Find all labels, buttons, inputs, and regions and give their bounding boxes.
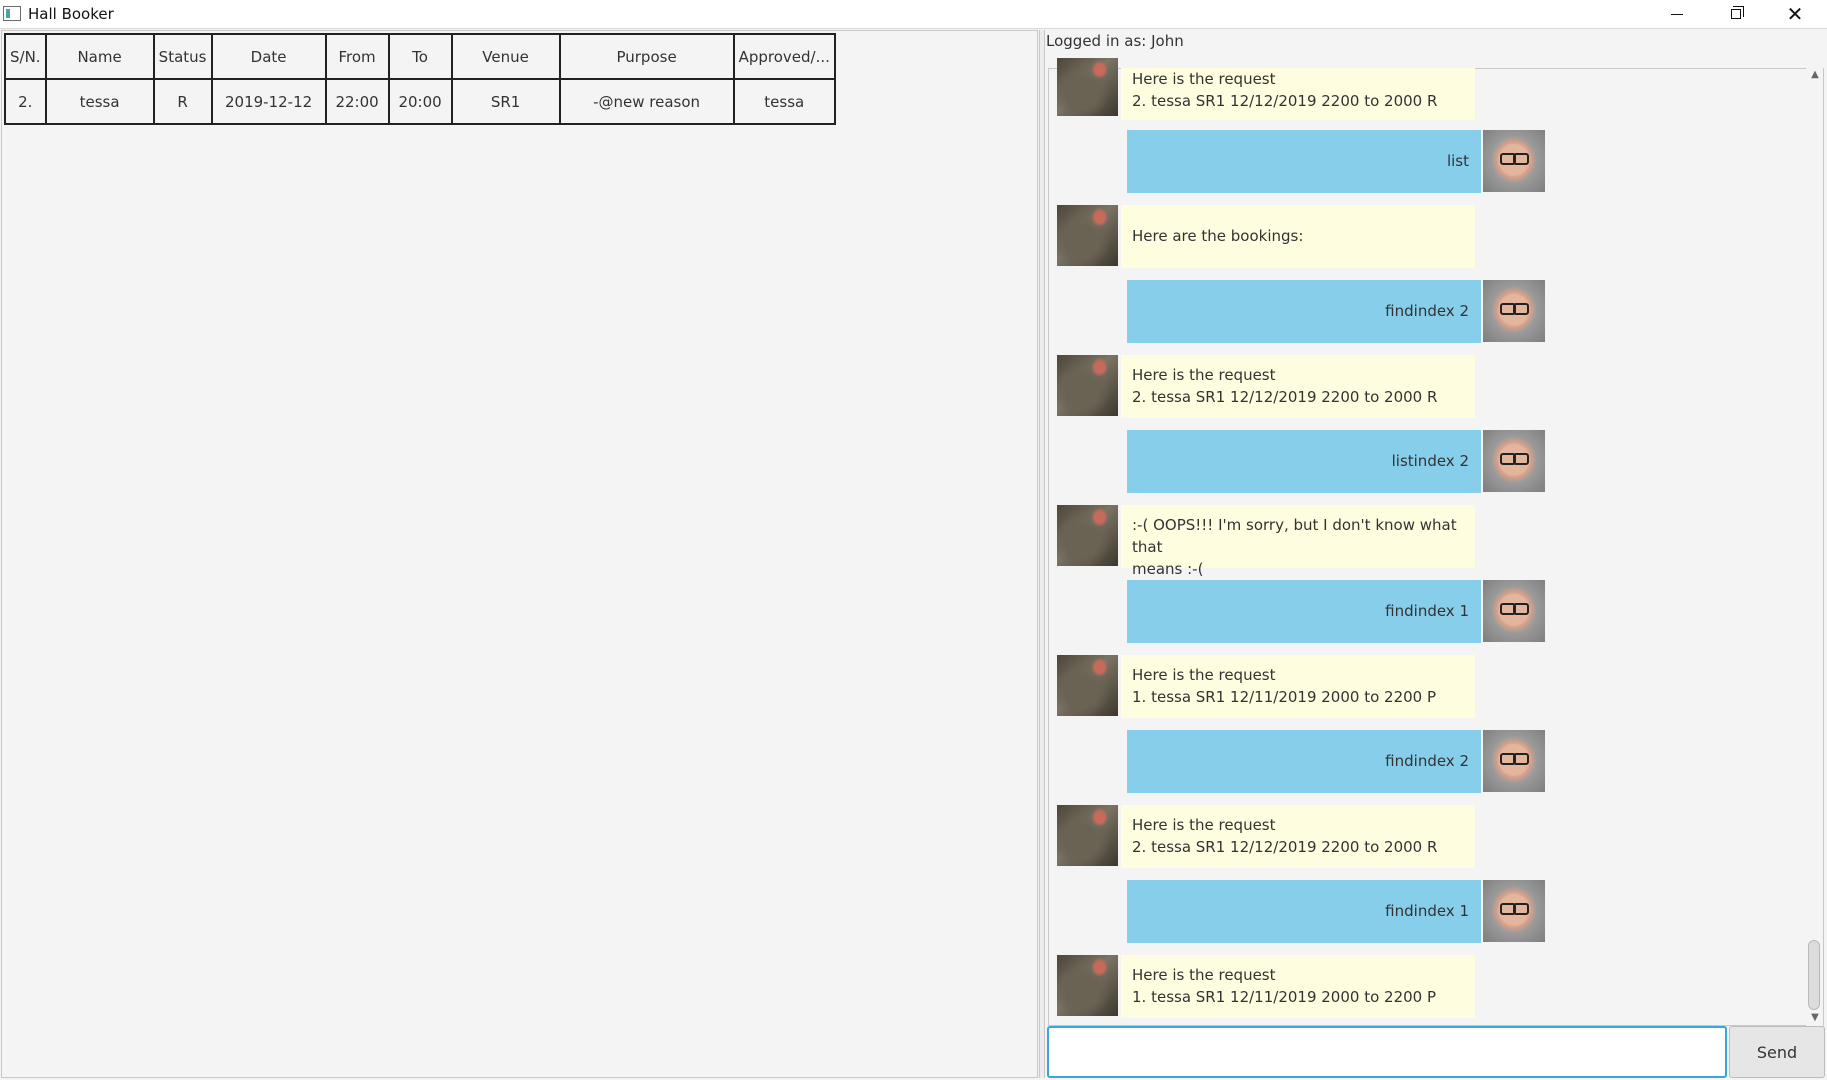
close-button[interactable]: ✕ (1766, 0, 1824, 29)
column-header-from[interactable]: From (324, 33, 390, 80)
column-header-name[interactable]: Name (44, 33, 155, 80)
app-icon (3, 6, 21, 21)
duke-avatar (1057, 505, 1118, 566)
cell-name: tessa (44, 78, 155, 125)
cell-to: 20:00 (387, 78, 453, 125)
message-line: Here are the bookings: (1132, 227, 1304, 245)
duke-message: Here are the bookings: (1121, 205, 1475, 268)
user-avatar (1483, 430, 1545, 492)
close-icon: ✕ (1786, 2, 1804, 26)
glasses-graphic (1500, 303, 1529, 315)
table-header-row: S/N. Name Status Date From To Venue Purp… (4, 33, 836, 80)
message-line: Here is the request (1132, 70, 1276, 88)
cell-from: 22:00 (324, 78, 390, 125)
message-line: 2. tessa SR1 12/12/2019 2200 to 2000 R (1132, 838, 1438, 856)
column-header-purpose[interactable]: Purpose (558, 33, 735, 80)
user-message: findindex 1 (1127, 580, 1481, 643)
message-line: Here is the request (1132, 666, 1276, 684)
message-line: Here is the request (1132, 966, 1276, 984)
cell-date: 2019-12-12 (210, 78, 327, 125)
window-title: Hall Booker (28, 5, 114, 23)
duke-avatar (1057, 205, 1118, 266)
message-line: 2. tessa SR1 12/12/2019 2200 to 2000 R (1132, 92, 1438, 110)
user-message: list (1127, 130, 1481, 193)
message-line: means :-( (1132, 560, 1204, 578)
duke-message: Here is the request 2. tessa SR1 12/12/2… (1121, 68, 1475, 120)
user-message: findindex 2 (1127, 280, 1481, 343)
column-header-to[interactable]: To (387, 33, 453, 80)
column-header-sn[interactable]: S/N. (4, 33, 47, 80)
cell-approved: tessa (732, 78, 836, 125)
bookings-pane: S/N. Name Status Date From To Venue Purp… (1, 30, 1038, 1078)
chat-scrollbar[interactable] (1806, 68, 1823, 1026)
column-header-approved[interactable]: Approved/... (732, 33, 836, 80)
cell-status: R (152, 78, 213, 125)
restore-icon (1731, 5, 1744, 19)
message-input[interactable] (1047, 1026, 1727, 1078)
glasses-graphic (1500, 153, 1529, 165)
duke-avatar (1057, 955, 1118, 1016)
duke-message: Here is the request 1. tessa SR1 12/11/2… (1121, 955, 1475, 1018)
minimize-icon (1671, 14, 1683, 15)
user-avatar (1483, 130, 1545, 192)
cell-sn: 2. (4, 78, 47, 125)
minimize-button[interactable] (1648, 0, 1706, 29)
column-header-date[interactable]: Date (210, 33, 327, 80)
user-avatar (1483, 880, 1545, 942)
cell-purpose: -@new reason (558, 78, 735, 125)
glasses-graphic (1500, 603, 1529, 615)
scroll-up-arrow-icon[interactable]: ▲ (1808, 68, 1822, 82)
glasses-graphic (1500, 453, 1529, 465)
user-avatar (1483, 580, 1545, 642)
duke-avatar (1057, 805, 1118, 866)
logged-in-label: Logged in as: John (1046, 32, 1184, 50)
duke-avatar (1057, 58, 1118, 116)
message-line: 2. tessa SR1 12/12/2019 2200 to 2000 R (1132, 388, 1438, 406)
message-line: Here is the request (1132, 366, 1276, 384)
user-message: listindex 2 (1127, 430, 1481, 493)
cell-venue: SR1 (450, 78, 561, 125)
column-header-status[interactable]: Status (152, 33, 213, 80)
title-bar: Hall Booker ✕ (0, 0, 1827, 29)
duke-avatar (1057, 355, 1118, 416)
user-avatar (1483, 730, 1545, 792)
column-header-venue[interactable]: Venue (450, 33, 561, 80)
table-row[interactable]: 2. tessa R 2019-12-12 22:00 20:00 SR1 -@… (4, 78, 836, 125)
duke-message: Here is the request 2. tessa SR1 12/12/2… (1121, 355, 1475, 418)
duke-message: :-( OOPS!!! I'm sorry, but I don't know … (1121, 505, 1475, 578)
duke-message: Here is the request 1. tessa SR1 12/11/2… (1121, 655, 1475, 718)
user-message: findindex 1 (1127, 880, 1481, 943)
bookings-table: S/N. Name Status Date From To Venue Purp… (4, 33, 836, 125)
glasses-graphic (1500, 753, 1529, 765)
message-line: 1. tessa SR1 12/11/2019 2000 to 2200 P (1132, 988, 1437, 1006)
duke-avatar (1057, 655, 1118, 716)
message-line: 1. tessa SR1 12/11/2019 2000 to 2200 P (1132, 688, 1437, 706)
duke-message: Here is the request 2. tessa SR1 12/12/2… (1121, 805, 1475, 868)
user-message: findindex 2 (1127, 730, 1481, 793)
send-button[interactable]: Send (1729, 1026, 1825, 1078)
scrollbar-thumb[interactable] (1808, 940, 1820, 1010)
glasses-graphic (1500, 903, 1529, 915)
user-avatar (1483, 280, 1545, 342)
maximize-button[interactable] (1707, 0, 1765, 29)
message-line: :-( OOPS!!! I'm sorry, but I don't know … (1132, 516, 1457, 556)
message-line: Here is the request (1132, 816, 1276, 834)
scroll-down-arrow-icon[interactable]: ▼ (1808, 1011, 1822, 1025)
